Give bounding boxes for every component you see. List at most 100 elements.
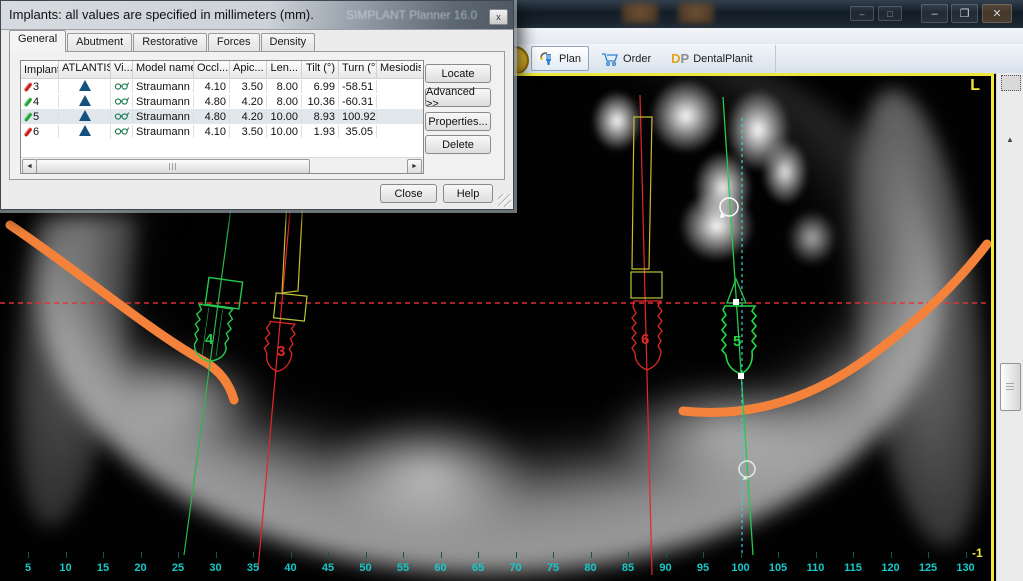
cart-icon — [601, 51, 619, 67]
dp-logo-icon: DP — [671, 51, 689, 66]
ruler-tick — [478, 552, 479, 558]
ruler-number: 80 — [584, 562, 596, 574]
ruler-tick — [591, 552, 592, 558]
ruler-number: 85 — [622, 562, 634, 574]
close-button[interactable]: ✕ — [982, 4, 1012, 23]
col-tilt[interactable]: Tilt (°) — [302, 61, 339, 78]
ruler-tick — [403, 552, 404, 558]
ruler-tick — [141, 552, 142, 558]
dialog-title: Implants: all values are specified in mi… — [9, 7, 314, 22]
ruler-tick — [553, 552, 554, 558]
scroll-left-icon[interactable]: ◄ — [22, 159, 37, 174]
ruler-number: 5 — [25, 562, 31, 574]
dialog-close-button[interactable]: x — [489, 9, 508, 25]
maximize-small-button[interactable]: □ — [878, 6, 902, 21]
ruler-tick — [216, 552, 217, 558]
advanced-button[interactable]: Advanced >> — [425, 88, 491, 107]
ruler-number: 115 — [844, 562, 862, 574]
minimize-small-button[interactable]: – — [850, 6, 874, 21]
view-border-right — [991, 73, 994, 581]
close-dialog-button[interactable]: Close — [380, 184, 437, 203]
help-button[interactable]: Help — [443, 184, 493, 203]
scroll-right-icon[interactable]: ► — [407, 159, 422, 174]
table-row[interactable]: 4 Straumann / B 4.80 4.20 8.00 10.36 -60… — [21, 94, 423, 109]
ruler-number: 70 — [509, 562, 521, 574]
table-row[interactable]: 6 Straumann / B 4.10 3.50 10.00 1.93 35.… — [21, 124, 423, 139]
restore-button[interactable]: ❐ — [951, 4, 978, 23]
atlantis-icon — [79, 95, 91, 106]
visibility-glasses-icon[interactable] — [114, 126, 129, 135]
col-apic[interactable]: Apic... — [230, 61, 267, 78]
col-model[interactable]: Model name — [133, 61, 194, 78]
tab-restorative[interactable]: Restorative — [133, 33, 207, 52]
split-view-button[interactable] — [1001, 75, 1021, 91]
dialog-tabs: General Abutment Restorative Forces Dens… — [9, 32, 316, 52]
order-label: Order — [623, 53, 651, 65]
col-len[interactable]: Len... — [267, 61, 302, 78]
properties-button[interactable]: Properties... — [425, 112, 491, 131]
ruler-number: 15 — [97, 562, 109, 574]
dentalplanit-button[interactable]: DP DentalPlanit — [663, 46, 760, 71]
ruler-tick — [891, 552, 892, 558]
tab-general[interactable]: General — [9, 30, 66, 52]
ruler-number: 10 — [59, 562, 71, 574]
ruler-tick — [853, 552, 854, 558]
ruler-number: 20 — [134, 562, 146, 574]
ruler-tick — [928, 552, 929, 558]
scrollbar-thumb[interactable] — [1000, 363, 1021, 411]
atlantis-icon — [79, 125, 91, 136]
minimize-button[interactable]: – — [921, 4, 948, 23]
implant-table[interactable]: Implant ATLANTIS Vi... Model name Occl..… — [20, 60, 424, 174]
orientation-label: L — [970, 77, 980, 95]
hscrollbar-thumb[interactable] — [36, 159, 310, 174]
delete-button[interactable]: Delete — [425, 135, 491, 154]
ruler-number: 90 — [659, 562, 671, 574]
tab-density[interactable]: Density — [261, 33, 316, 52]
locate-button[interactable]: Locate — [425, 64, 491, 83]
ruler-number: 130 — [956, 562, 974, 574]
dialog-titlebar[interactable]: Implants: all values are specified in mi… — [1, 1, 513, 30]
visibility-glasses-icon[interactable] — [114, 81, 129, 90]
table-row[interactable]: 3 Straumann / B 4.10 3.50 8.00 6.99 -58.… — [21, 79, 423, 94]
col-mesiodis[interactable]: Mesiodis — [377, 61, 421, 78]
scroll-up-icon[interactable]: ▲ — [1006, 135, 1014, 144]
ruler-number: 125 — [919, 562, 937, 574]
ruler-number: 55 — [397, 562, 409, 574]
background-icon — [622, 2, 658, 24]
table-row-selected[interactable]: 5 Straumann / B 4.80 4.20 10.00 8.93 100… — [21, 109, 423, 124]
tab-forces[interactable]: Forces — [208, 33, 260, 52]
slice-index-label: -1 — [972, 546, 983, 560]
resize-grip[interactable] — [498, 194, 511, 207]
ruler-tick — [103, 552, 104, 558]
ruler-number: 95 — [697, 562, 709, 574]
col-implant[interactable]: Implant — [21, 61, 59, 78]
col-visibility[interactable]: Vi... — [111, 61, 133, 78]
col-atlantis[interactable]: ATLANTIS — [59, 61, 111, 78]
col-turn[interactable]: Turn (°) — [339, 61, 377, 78]
visibility-glasses-icon[interactable] — [114, 111, 129, 120]
ruler-tick — [366, 552, 367, 558]
visibility-glasses-icon[interactable] — [114, 96, 129, 105]
ruler-number: 110 — [807, 562, 825, 574]
background-icon — [678, 2, 714, 24]
ruler-number: 35 — [247, 562, 259, 574]
order-button[interactable]: Order — [593, 46, 659, 71]
tab-abutment[interactable]: Abutment — [67, 33, 132, 52]
ruler-number: 100 — [731, 562, 749, 574]
implant-chip-icon — [23, 127, 32, 137]
ruler-tick — [291, 552, 292, 558]
ruler-tick — [778, 552, 779, 558]
table-hscrollbar[interactable]: ◄ ► — [21, 157, 423, 173]
ruler-tick — [966, 552, 967, 558]
ruler-tick — [628, 552, 629, 558]
ruler-number: 50 — [359, 562, 371, 574]
dentalplanit-label: DentalPlanit — [693, 53, 752, 65]
plan-button[interactable]: Plan — [531, 46, 589, 71]
ruler-number: 105 — [769, 562, 787, 574]
col-occl[interactable]: Occl... — [194, 61, 230, 78]
vertical-scrollbar[interactable]: ▲ — [996, 73, 1023, 581]
ruler-tick — [516, 552, 517, 558]
implant-chip-icon — [23, 82, 32, 92]
table-header[interactable]: Implant ATLANTIS Vi... Model name Occl..… — [21, 61, 423, 79]
ruler-tick — [666, 552, 667, 558]
